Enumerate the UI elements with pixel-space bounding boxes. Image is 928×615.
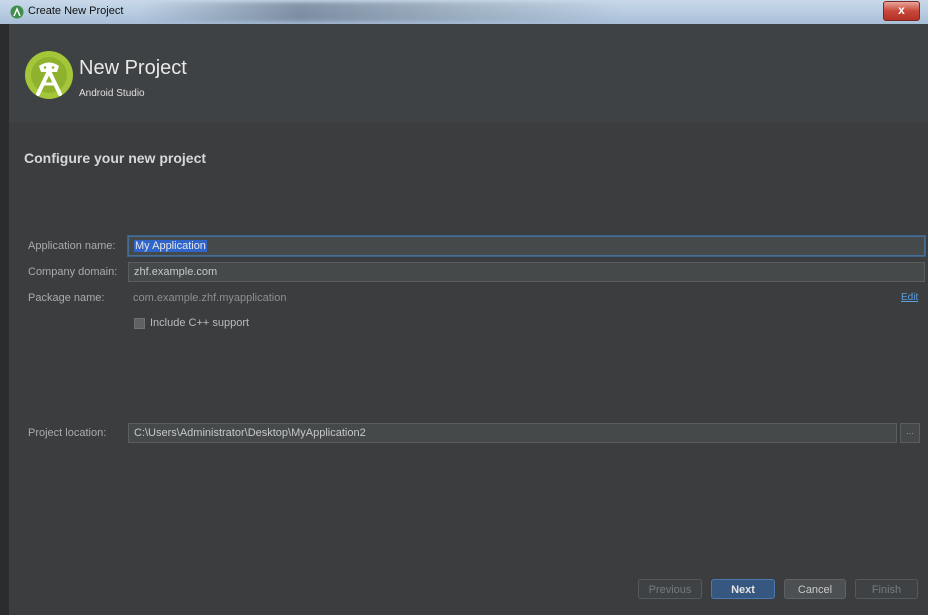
window-titlebar: Create New Project x (0, 0, 928, 25)
close-button[interactable]: x (883, 1, 920, 21)
project-location-label: Project location: (28, 427, 107, 439)
package-name-value: com.example.zhf.myapplication (133, 292, 287, 304)
package-name-label: Package name: (28, 292, 105, 304)
titlebar-background (140, 2, 620, 22)
browse-button[interactable]: ... (900, 423, 920, 443)
company-domain-label: Company domain: (28, 266, 118, 278)
application-name-value: My Application (134, 240, 207, 252)
next-button[interactable]: Next (711, 579, 775, 599)
section-title: Configure your new project (24, 150, 207, 166)
header-subtitle: Android Studio (79, 88, 145, 99)
android-studio-logo-icon (25, 51, 73, 99)
cancel-button[interactable]: Cancel (784, 579, 846, 599)
window-edge (0, 24, 9, 615)
header-title: New Project (79, 57, 187, 79)
android-studio-icon (10, 5, 24, 19)
previous-button[interactable]: Previous (638, 579, 702, 599)
company-domain-input[interactable]: zhf.example.com (128, 262, 925, 282)
application-name-input[interactable]: My Application (128, 236, 925, 256)
include-cpp-label[interactable]: Include C++ support (150, 317, 249, 329)
application-name-label: Application name: (28, 240, 116, 252)
finish-button[interactable]: Finish (855, 579, 918, 599)
content-area (9, 123, 928, 615)
window-title: Create New Project (28, 5, 124, 17)
edit-package-link[interactable]: Edit (901, 292, 918, 303)
project-location-input[interactable]: C:\Users\Administrator\Desktop\MyApplica… (128, 423, 897, 443)
include-cpp-checkbox[interactable] (134, 318, 145, 329)
